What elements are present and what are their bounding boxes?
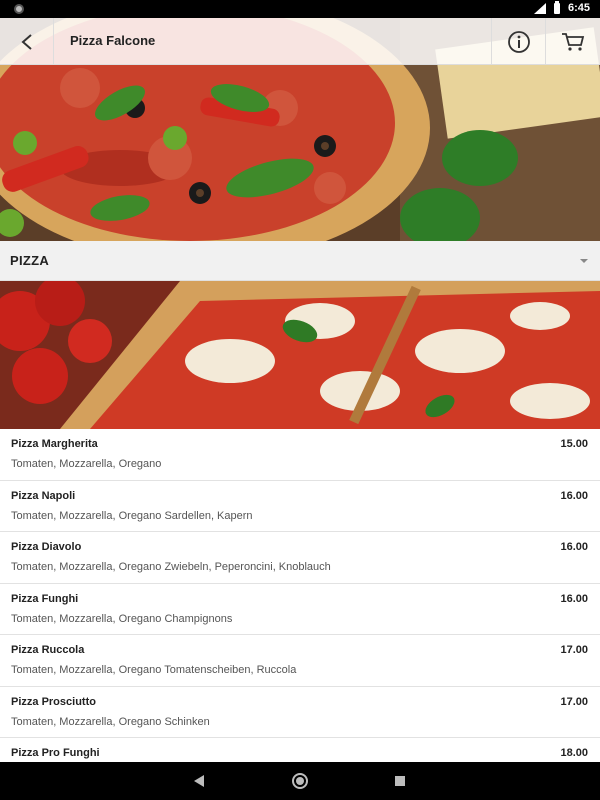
- signal-icon: [533, 2, 546, 14]
- app-bar: Pizza Falcone: [0, 18, 600, 65]
- info-icon: [507, 30, 530, 53]
- menu-item[interactable]: Pizza Diavolo 16.00 Tomaten, Mozzarella,…: [0, 532, 600, 584]
- menu-item-price: 16.00: [560, 541, 588, 553]
- menu-item-description: Tomaten, Mozzarella, Oregano Zwiebeln, P…: [11, 561, 331, 573]
- back-arrow-icon: [20, 33, 32, 50]
- menu-item-price: 17.00: [560, 695, 588, 708]
- menu-item-name: Pizza Napoli: [11, 489, 76, 502]
- menu-item-name: Pizza Margherita: [11, 438, 98, 450]
- caret-down-icon: [580, 259, 588, 263]
- info-button[interactable]: [491, 18, 545, 65]
- menu-item[interactable]: Pizza Margherita 15.00 Tomaten, Mozzarel…: [0, 429, 600, 481]
- cart-button[interactable]: [545, 18, 600, 65]
- menu-item-price: 16.00: [560, 489, 588, 502]
- menu-item[interactable]: Pizza Napoli 16.00 Tomaten, Mozzarella, …: [0, 481, 600, 532]
- battery-icon: [553, 0, 560, 14]
- menu-item-name: Pizza Pro Funghi: [11, 747, 100, 759]
- nav-home-icon[interactable]: [292, 773, 308, 789]
- menu-item-name: Pizza Diavolo: [11, 541, 82, 553]
- menu-item[interactable]: Pizza Prosciutto 17.00 Tomaten, Mozzarel…: [0, 687, 600, 738]
- restaurant-title: Pizza Falcone: [70, 33, 156, 48]
- system-nav-bar: [0, 762, 600, 800]
- menu-item-description: Tomaten, Mozzarella, Oregano Schinken: [11, 715, 210, 728]
- category-pizza-illustration: [0, 281, 600, 429]
- menu-item-name: Pizza Prosciutto: [11, 695, 96, 708]
- menu-item-description: Tomaten, Mozzarella, Oregano Champignons: [11, 612, 233, 625]
- nav-recents-icon[interactable]: [395, 776, 405, 786]
- menu-item-price: 18.00: [560, 747, 588, 759]
- menu-list: Pizza Margherita 15.00 Tomaten, Mozzarel…: [0, 429, 600, 762]
- notification-icon: [14, 4, 24, 14]
- category-header[interactable]: PIZZA: [0, 241, 600, 281]
- menu-item-price: 15.00: [560, 438, 588, 450]
- cart-icon: [562, 32, 585, 51]
- menu-item-name: Pizza Ruccola: [11, 644, 85, 656]
- menu-item[interactable]: Pizza Funghi 16.00 Tomaten, Mozzarella, …: [0, 584, 600, 635]
- nav-back-icon[interactable]: [194, 775, 204, 787]
- menu-item-price: 17.00: [560, 644, 588, 656]
- menu-item-price: 16.00: [560, 592, 588, 605]
- category-title: PIZZA: [10, 253, 50, 268]
- menu-item-description: Tomaten, Mozzarella, Oregano Sardellen, …: [11, 509, 253, 522]
- menu-item-description: Tomaten, Mozzarella, Oregano Tomatensche…: [11, 664, 297, 676]
- menu-item[interactable]: Pizza Pro Funghi 18.00: [0, 738, 600, 762]
- back-button[interactable]: [0, 18, 54, 65]
- category-image: [0, 281, 600, 429]
- status-bar: 6:45: [0, 0, 600, 18]
- menu-item-description: Tomaten, Mozzarella, Oregano: [11, 458, 162, 470]
- status-time: 6:45: [567, 2, 590, 14]
- menu-item[interactable]: Pizza Ruccola 17.00 Tomaten, Mozzarella,…: [0, 635, 600, 687]
- menu-item-name: Pizza Funghi: [11, 592, 79, 605]
